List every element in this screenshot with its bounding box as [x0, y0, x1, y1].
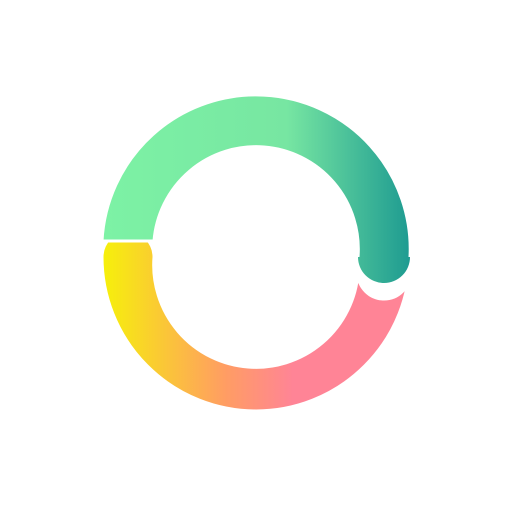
app-icon-canvas — [0, 0, 512, 512]
ring-logo-icon — [100, 93, 412, 413]
ring-top-cap-right — [358, 257, 410, 283]
